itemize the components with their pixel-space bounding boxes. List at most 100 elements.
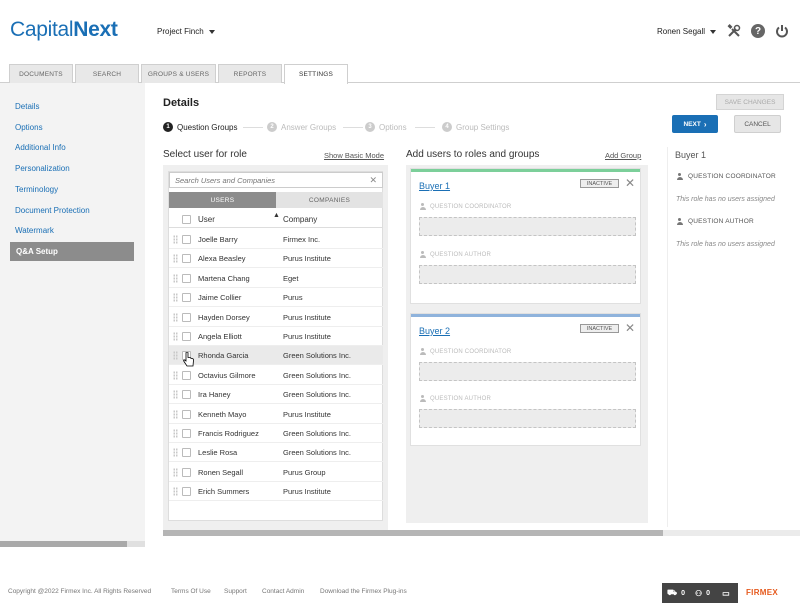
row-checkbox[interactable]: [182, 312, 191, 322]
row-checkbox[interactable]: [182, 429, 191, 438]
drag-handle-icon[interactable]: [173, 448, 178, 458]
author-drop-zone[interactable]: [419, 409, 636, 428]
power-icon[interactable]: [774, 23, 790, 39]
step-options[interactable]: 3 Options: [365, 122, 407, 132]
sidebar-scrollbar[interactable]: [0, 541, 145, 547]
step-group-settings[interactable]: 4 Group Settings: [442, 122, 509, 132]
tab-settings[interactable]: SETTINGS: [284, 64, 348, 84]
author-drop-zone[interactable]: [419, 265, 636, 284]
table-row[interactable]: Octavius Gilmore Green Solutions Inc.: [169, 366, 383, 385]
select-all-checkbox[interactable]: [182, 215, 191, 224]
tab-reports[interactable]: REPORTS: [218, 64, 282, 83]
row-checkbox[interactable]: [182, 390, 191, 400]
drag-handle-icon[interactable]: [173, 429, 178, 438]
drag-handle-icon[interactable]: [173, 293, 178, 303]
table-row[interactable]: Leslie Rosa Green Solutions Inc.: [169, 443, 383, 463]
role-label: QUESTION COORDINATOR: [419, 203, 511, 210]
tools-icon[interactable]: [726, 23, 742, 39]
user-name-cell: Jaime Collier: [198, 293, 242, 303]
row-checkbox[interactable]: [182, 273, 191, 283]
next-button[interactable]: NEXT ›: [672, 115, 718, 133]
table-row[interactable]: Erich Summers Purus Institute: [169, 482, 383, 502]
drag-handle-icon[interactable]: [173, 273, 178, 283]
user-name-cell: Hayden Dorsey: [198, 312, 250, 322]
tab-companies[interactable]: COMPANIES: [276, 192, 383, 208]
row-checkbox[interactable]: [182, 448, 191, 458]
add-group-link[interactable]: Add Group: [605, 151, 641, 160]
close-icon[interactable]: ✕: [625, 321, 635, 335]
drag-handle-icon[interactable]: [173, 351, 178, 361]
clear-search-icon[interactable]: ✕: [369, 175, 377, 186]
sidebar-item-details[interactable]: Details: [15, 102, 39, 111]
footer-link-support[interactable]: Support: [224, 588, 247, 595]
row-checkbox[interactable]: [182, 254, 191, 264]
column-user[interactable]: User: [198, 215, 215, 224]
table-row[interactable]: Jaime Collier Purus: [169, 288, 383, 308]
drag-handle-icon[interactable]: [173, 254, 178, 264]
show-basic-mode-link[interactable]: Show Basic Mode: [324, 151, 384, 160]
chevron-right-icon: ›: [703, 119, 707, 129]
close-icon[interactable]: ✕: [625, 176, 635, 190]
table-row[interactable]: Hayden Dorsey Purus Institute: [169, 308, 383, 327]
step-answer-groups[interactable]: 2 Answer Groups: [267, 122, 336, 132]
tab-search[interactable]: SEARCH: [75, 64, 139, 83]
table-row[interactable]: Ronen Segall Purus Group: [169, 463, 383, 482]
tab-users[interactable]: USERS: [169, 192, 276, 208]
sidebar-item-personalization[interactable]: Personalization: [15, 164, 70, 173]
table-row[interactable]: Rhonda Garcia Green Solutions Inc.: [169, 346, 383, 366]
status-counters[interactable]: ⛟ 0 ⚇ 0 ▭: [662, 583, 738, 603]
tab-groups-users[interactable]: GROUPS & USERS: [141, 64, 216, 83]
step-question-groups[interactable]: 1 Question Groups: [163, 122, 237, 132]
tab-documents[interactable]: DOCUMENTS: [9, 64, 73, 83]
table-row[interactable]: Kenneth Mayo Purus Institute: [169, 405, 383, 424]
table-row[interactable]: Angela Elliott Purus Institute: [169, 327, 383, 346]
drag-handle-icon[interactable]: [173, 370, 178, 380]
main-scrollbar[interactable]: [163, 530, 800, 536]
row-checkbox[interactable]: [182, 332, 191, 341]
drag-handle-icon[interactable]: [173, 467, 178, 477]
drag-handle-icon[interactable]: [173, 409, 178, 419]
footer-link-terms[interactable]: Terms Of Use: [171, 588, 211, 595]
sidebar-item-terminology[interactable]: Terminology: [15, 185, 58, 194]
sidebar-item-additional-info[interactable]: Additional Info: [15, 143, 66, 152]
cancel-button[interactable]: CANCEL: [734, 115, 781, 133]
column-company[interactable]: Company: [283, 215, 317, 224]
table-row[interactable]: Francis Rodriguez Green Solutions Inc.: [169, 424, 383, 443]
row-checkbox[interactable]: [182, 370, 191, 380]
row-checkbox[interactable]: [182, 235, 191, 244]
sidebar-item-watermark[interactable]: Watermark: [15, 226, 54, 235]
row-checkbox[interactable]: [182, 293, 191, 303]
footer-link-plugins[interactable]: Download the Firmex Plug-ins: [320, 588, 407, 595]
scrollbar-thumb[interactable]: [0, 541, 127, 547]
app-logo[interactable]: CapitalNext: [10, 18, 118, 42]
row-checkbox[interactable]: [182, 487, 191, 497]
sidebar-item-options[interactable]: Options: [15, 123, 43, 132]
drag-handle-icon[interactable]: [173, 235, 178, 244]
sidebar-item-document-protection[interactable]: Document Protection: [15, 206, 90, 215]
table-row[interactable]: Martena Chang Eget: [169, 269, 383, 288]
drag-handle-icon[interactable]: [173, 332, 178, 341]
drag-handle-icon[interactable]: [173, 312, 178, 322]
scrollbar-thumb[interactable]: [163, 530, 663, 536]
sort-asc-icon[interactable]: ▲: [273, 212, 280, 219]
coordinator-drop-zone[interactable]: [419, 217, 636, 236]
save-changes-button[interactable]: SAVE CHANGES: [716, 94, 784, 110]
drag-handle-icon[interactable]: [173, 487, 178, 497]
table-row[interactable]: Joelle Barry Firmex Inc.: [169, 230, 383, 249]
table-row[interactable]: Alexa Beasley Purus Institute: [169, 249, 383, 269]
row-checkbox[interactable]: [182, 467, 191, 477]
role-label: QUESTION AUTHOR: [419, 251, 491, 258]
sidebar-item-qa-setup[interactable]: Q&A Setup: [10, 242, 134, 261]
footer-link-contact[interactable]: Contact Admin: [262, 588, 304, 595]
row-checkbox[interactable]: [182, 409, 191, 419]
group-name-link[interactable]: Buyer 1: [419, 181, 450, 191]
help-icon[interactable]: ?: [750, 23, 766, 39]
project-selector[interactable]: Project Finch: [157, 27, 215, 36]
group-name-link[interactable]: Buyer 2: [419, 326, 450, 336]
user-name-cell: Rhonda Garcia: [198, 351, 249, 361]
search-input[interactable]: [170, 173, 360, 187]
drag-handle-icon[interactable]: [173, 390, 178, 400]
table-row[interactable]: Ira Haney Green Solutions Inc.: [169, 385, 383, 405]
user-menu[interactable]: Ronen Segall: [657, 27, 717, 36]
coordinator-drop-zone[interactable]: [419, 362, 636, 381]
